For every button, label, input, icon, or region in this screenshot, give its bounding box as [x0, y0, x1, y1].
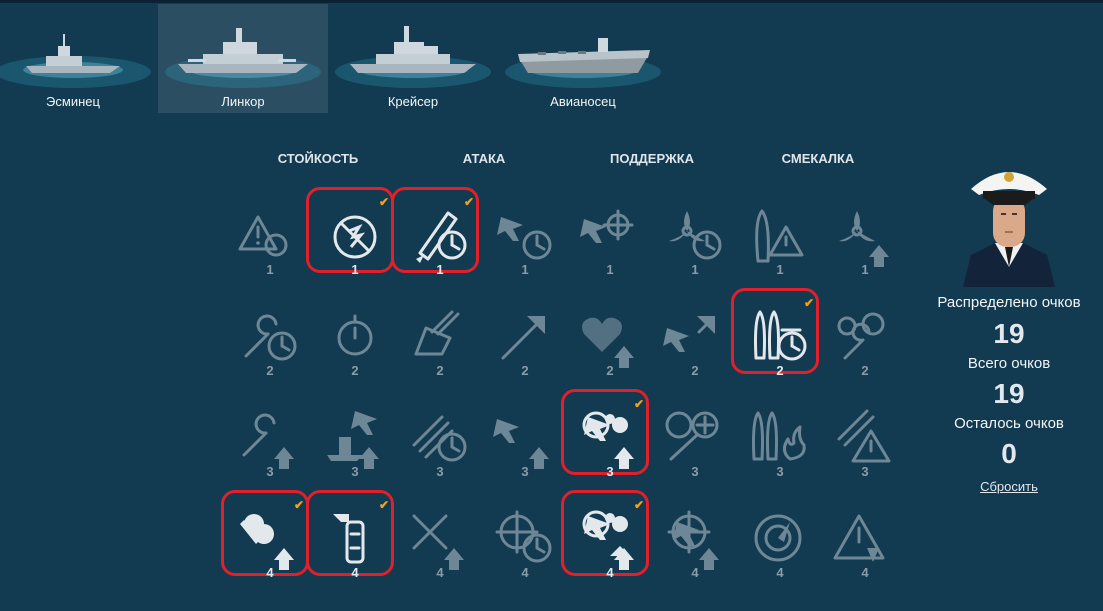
skill-cost: 1 [606, 262, 614, 277]
skill-cost: 2 [351, 363, 359, 378]
skill-cell[interactable]: 1 [738, 197, 822, 301]
skill-cost: 3 [266, 464, 274, 479]
skill-cell[interactable]: 1 [823, 197, 907, 301]
skill-cell[interactable]: 1 ✔ [398, 195, 482, 301]
checkmark-icon: ✔ [634, 498, 645, 512]
skill-cost: 4 [436, 565, 444, 580]
skill-cost: 2 [266, 363, 274, 378]
skill-cost: 4 [776, 565, 784, 580]
skill-cell[interactable]: 4 [398, 500, 482, 604]
skill-cost: 2 [861, 363, 869, 378]
skill-cost: 4 [266, 565, 274, 580]
column-header-attack: АТАКА [462, 151, 506, 166]
skill-cell[interactable]: 1 [568, 197, 652, 301]
skill-cost: 4 [521, 565, 529, 580]
aircraft-carrier-icon [505, 38, 661, 88]
tab-destroyer[interactable]: Эсминец [0, 4, 158, 113]
skill-cell[interactable]: 4 [823, 500, 907, 604]
skill-cell[interactable]: 4 ✔ [228, 498, 312, 604]
skill-cost: 3 [521, 464, 529, 479]
column-header-support: ПОДДЕРЖКА [609, 151, 695, 166]
checkmark-icon: ✔ [464, 195, 475, 209]
skill-cell[interactable]: 4 [653, 500, 737, 604]
skill-cell[interactable]: 2 [228, 298, 312, 402]
skill-cost: 2 [606, 363, 614, 378]
skill-cell[interactable]: 4 ✔ [568, 498, 652, 604]
column-header-ingenuity: СМЕКАЛКА [781, 151, 855, 166]
tab-label: Авианосец [550, 94, 616, 109]
tab-label: Эсминец [46, 94, 100, 109]
distributed-points-label: Распределено очков [937, 294, 1081, 311]
skill-cell[interactable]: 3 [823, 399, 907, 503]
total-points-label: Всего очков [967, 355, 1051, 372]
skill-cost: 1 [521, 262, 529, 277]
skill-cell[interactable]: 3 [653, 399, 737, 503]
skill-cost: 1 [776, 262, 784, 277]
skill-cost: 4 [691, 565, 699, 580]
skill-cell[interactable]: 2 [483, 298, 567, 402]
skill-cost: 1 [436, 262, 444, 277]
skill-cost: 2 [776, 363, 784, 378]
skill-cost: 1 [861, 262, 869, 277]
skill-cost: 3 [861, 464, 869, 479]
skill-cell[interactable]: 3 ✔ [568, 397, 652, 503]
reset-link[interactable]: Сбросить [915, 479, 1103, 494]
skill-cost: 2 [691, 363, 699, 378]
tab-battleship[interactable]: Линкор [158, 4, 328, 113]
remaining-points-label: Осталось очков [954, 415, 1064, 432]
skill-cell[interactable]: 4 [483, 500, 567, 604]
checkmark-icon: ✔ [379, 195, 390, 209]
battleship-icon [165, 28, 321, 88]
skill-cost: 3 [436, 464, 444, 479]
skill-cell[interactable]: 2 [398, 298, 482, 402]
skill-cell[interactable]: 2 [653, 298, 737, 402]
skill-cell[interactable]: 2 ✔ [738, 296, 822, 402]
skill-cell[interactable]: 1 [483, 197, 567, 301]
distributed-points-value: 19 [993, 318, 1025, 349]
checkmark-icon: ✔ [294, 498, 305, 512]
skill-cell[interactable]: 1 [653, 197, 737, 301]
destroyer-icon [0, 34, 151, 88]
remaining-points-value: 0 [1001, 438, 1017, 469]
checkmark-icon: ✔ [804, 296, 815, 310]
skill-cell[interactable]: 3 [228, 399, 312, 503]
checkmark-icon: ✔ [379, 498, 390, 512]
total-points-value: 19 [993, 378, 1025, 409]
skill-cost: 3 [351, 464, 359, 479]
skill-cost: 3 [776, 464, 784, 479]
skill-cost: 2 [436, 363, 444, 378]
column-header-endurance: СТОЙКОСТЬ [277, 151, 359, 166]
skill-cell[interactable]: 3 [313, 399, 397, 503]
cruiser-icon [335, 26, 491, 88]
skill-cost: 1 [691, 262, 699, 277]
skill-cell[interactable]: 3 [483, 399, 567, 503]
top-border [0, 0, 1103, 3]
commander-portrait [955, 151, 1063, 287]
skill-cell[interactable]: 1 ✔ [313, 195, 397, 301]
skill-cost: 3 [606, 464, 614, 479]
tab-cruiser[interactable]: Крейсер [328, 4, 498, 113]
checkmark-icon: ✔ [634, 397, 645, 411]
skill-cost: 2 [521, 363, 529, 378]
skill-cost: 3 [691, 464, 699, 479]
skill-cell[interactable]: 3 [738, 399, 822, 503]
skill-cell[interactable]: 4 [738, 500, 822, 604]
skill-cell[interactable]: 3 [398, 399, 482, 503]
skill-cell[interactable]: 2 [568, 298, 652, 402]
tab-aircraft-carrier[interactable]: Авианосец [498, 4, 668, 113]
skill-cost: 4 [351, 565, 359, 580]
skill-cell[interactable]: 2 [823, 298, 907, 402]
skill-cost: 4 [606, 565, 614, 580]
tab-label: Линкор [221, 94, 265, 109]
tab-label: Крейсер [387, 94, 439, 109]
skill-cost: 1 [266, 262, 274, 277]
skill-cell[interactable]: 2 [313, 298, 397, 402]
skill-cell[interactable]: 4 ✔ [313, 498, 397, 604]
skill-cost: 4 [861, 565, 869, 580]
skill-cost: 1 [351, 262, 359, 277]
skill-cell[interactable]: 1 [228, 197, 312, 301]
